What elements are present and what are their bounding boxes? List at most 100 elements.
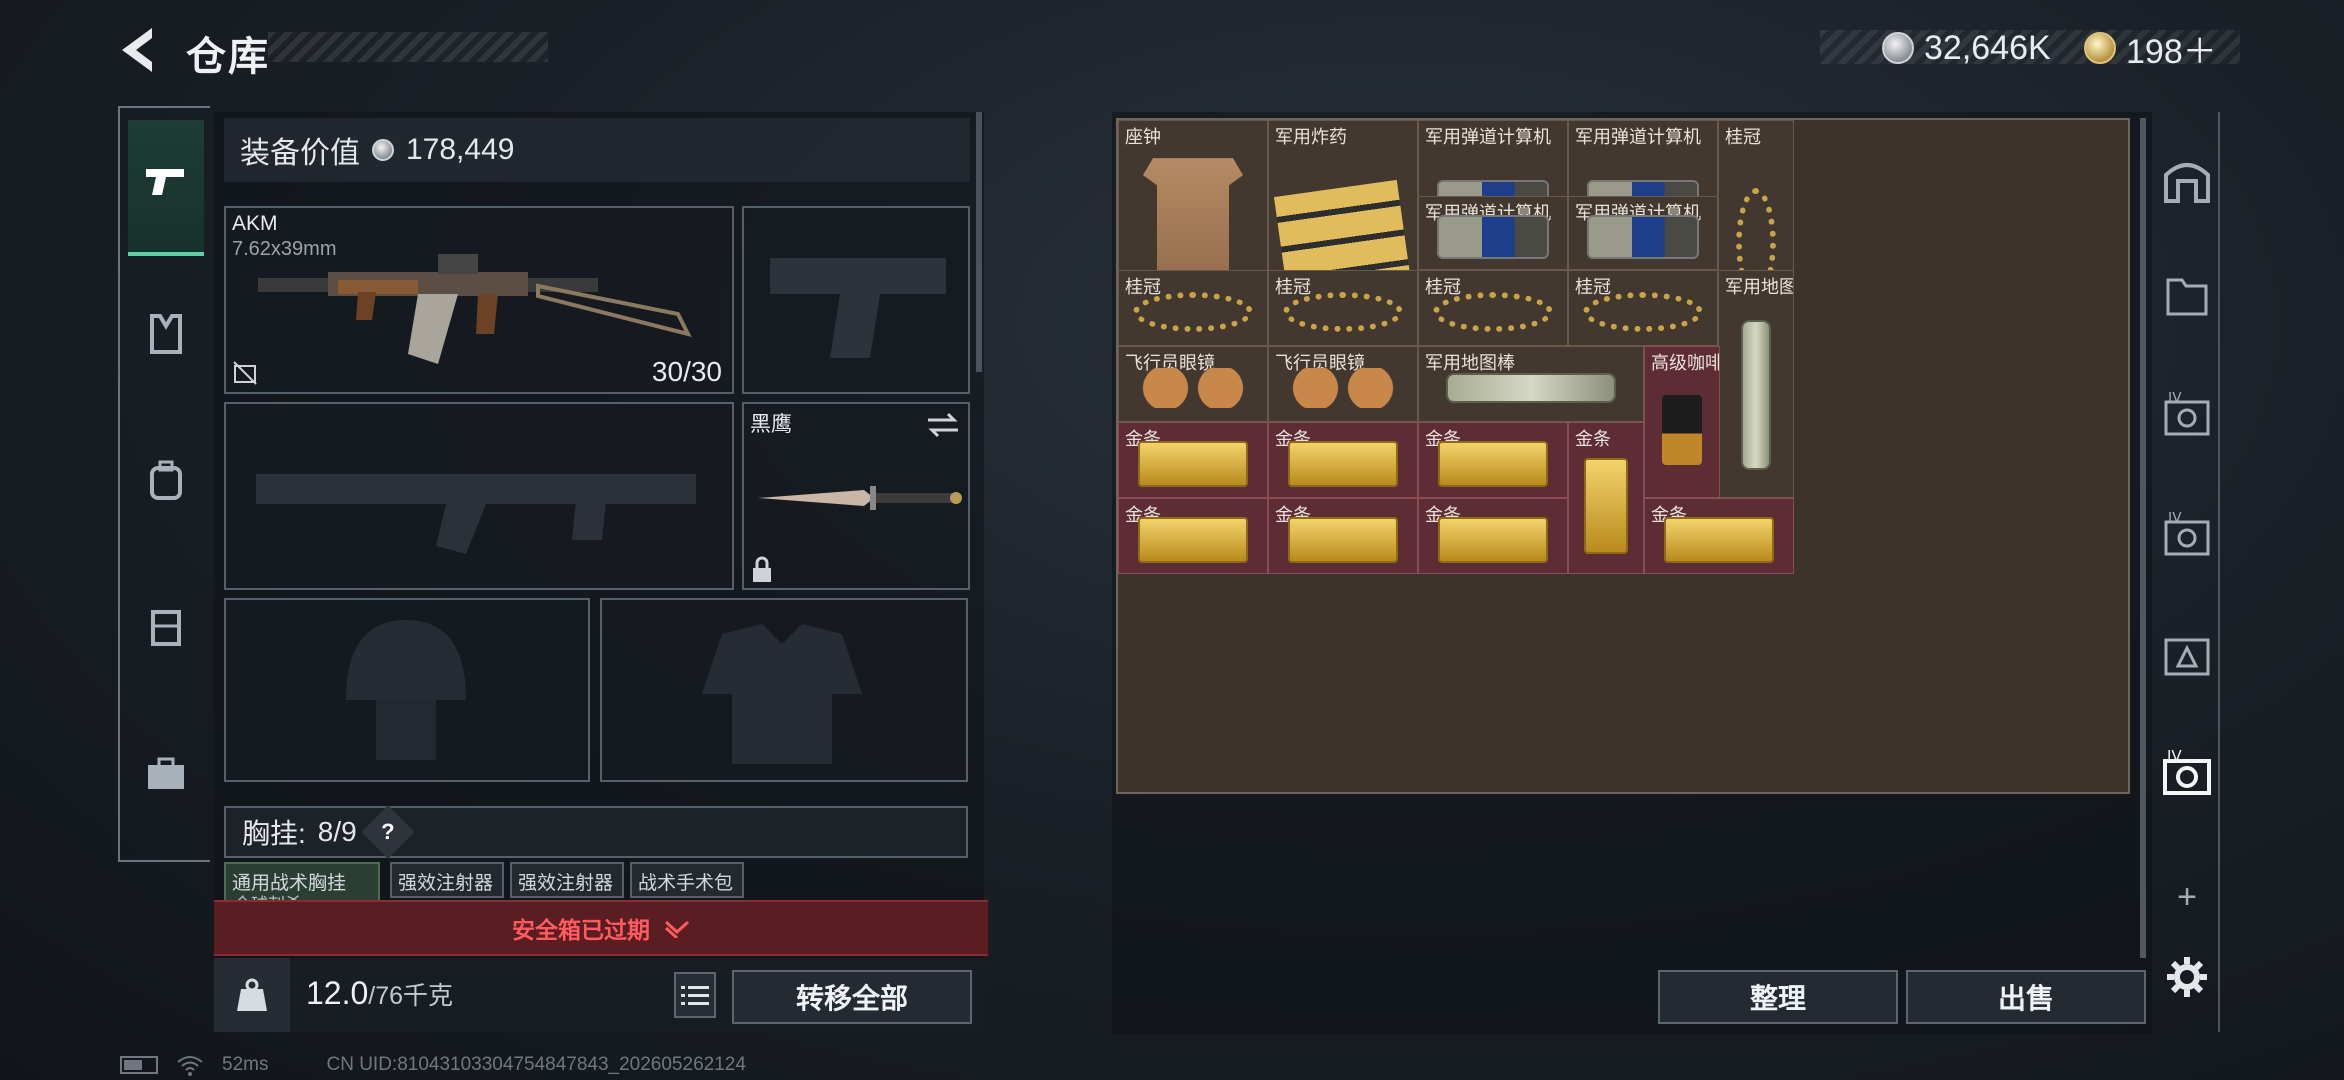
storage-item-gold[interactable]: 金条 — [1644, 498, 1794, 574]
gold-icon — [1288, 440, 1398, 487]
equipment-value-bar: 装备价值 178,449 — [224, 118, 970, 182]
storage-tab-7[interactable]: IV — [2160, 746, 2214, 800]
gold-coin-icon — [2084, 32, 2116, 64]
chest-rig-bar[interactable]: 胸挂: 8/9 ? — [224, 805, 968, 859]
wifi-icon — [177, 1056, 203, 1076]
storage-item-gold[interactable]: 金条 — [1268, 422, 1418, 498]
list-icon — [681, 986, 709, 1005]
storage-item-gold[interactable]: 金条 — [1118, 498, 1268, 574]
computer-icon — [1437, 214, 1549, 259]
folder-tab[interactable] — [2160, 268, 2214, 322]
nav-toolbox-tab[interactable] — [128, 708, 204, 844]
rig-item-label: 战术手术包 — [638, 873, 734, 894]
storage-item-tube-v[interactable]: 军用地图棒 — [1718, 270, 1794, 498]
storage-item-laurel[interactable]: 桂冠 — [1268, 270, 1418, 346]
back-button[interactable] — [112, 22, 162, 78]
storage-item-gold[interactable]: 金条 — [1268, 498, 1418, 574]
rig-item-injector[interactable]: 强效注射器 — [390, 862, 504, 898]
equipment-scrollbar[interactable] — [976, 112, 982, 372]
storage-item-laurel[interactable]: 桂冠 — [1118, 270, 1268, 346]
rig-label: 胸挂: — [242, 818, 306, 849]
storage-item-gold[interactable]: 金条 — [1418, 422, 1568, 498]
rig-item-tactical-rig[interactable]: 通用战术胸挂 全球刺杀 — [224, 862, 380, 902]
gold-icon — [1138, 516, 1248, 563]
knife-icon — [758, 486, 962, 510]
rig-item-injector[interactable]: 强效注射器 — [510, 862, 624, 898]
tab-iv-icon: IV — [2164, 512, 2210, 556]
backpack-icon — [148, 460, 184, 505]
helmet-placeholder-icon — [346, 620, 466, 760]
storage-tab-6[interactable] — [2160, 628, 2214, 682]
settings-gear-icon — [2167, 957, 2207, 997]
silver-amount: 32,646K — [1924, 28, 2051, 67]
storage-item-label: 高级咖啡豆 — [1651, 353, 1719, 373]
computer-icon — [1587, 214, 1699, 259]
storage-item-computer[interactable]: 军用弹道计算机 — [1418, 196, 1568, 270]
sell-button[interactable]: 出售 — [1906, 970, 2146, 1024]
storage-item-label: 桂冠 — [1725, 127, 1761, 147]
helmet-slot[interactable] — [224, 598, 590, 782]
akm-rifle-icon — [258, 254, 692, 364]
storage-item-tube[interactable]: 军用地图棒 — [1418, 346, 1644, 422]
settings-button[interactable] — [2160, 950, 2214, 1004]
transfer-all-button[interactable]: 转移全部 — [732, 970, 972, 1024]
melee-name: 黑鹰 — [750, 413, 792, 436]
storage-scrollbar[interactable] — [2140, 118, 2146, 958]
currency-gold[interactable]: 198＋ — [2084, 26, 2217, 71]
storage-item-gold-v[interactable]: 金条 — [1568, 422, 1644, 574]
swap-arrows-icon[interactable] — [926, 412, 960, 438]
nav-armor-tab[interactable] — [128, 268, 204, 404]
storage-item-laurel[interactable]: 桂冠 — [1568, 270, 1718, 346]
case-icon — [149, 606, 183, 651]
primary-weapon-slot[interactable]: AKM 7.62x39mm 30/30 — [224, 206, 734, 394]
nav-weapons-tab[interactable] — [128, 120, 204, 256]
storage-item-gold[interactable]: 金条 — [1118, 422, 1268, 498]
storage-item-glasses[interactable]: 飞行员眼镜 — [1118, 346, 1268, 422]
armor-placeholder-icon — [702, 624, 862, 764]
storage-item-computer[interactable]: 军用弹道计算机 — [1568, 196, 1718, 270]
pistol-placeholder-icon — [770, 258, 946, 358]
nav-case-tab[interactable] — [128, 560, 204, 696]
glasses-icon — [1288, 367, 1398, 408]
storage-item-laurel[interactable]: 桂冠 — [1418, 270, 1568, 346]
add-tab-button[interactable]: + — [2160, 870, 2214, 924]
melee-slot[interactable]: 黑鹰 — [742, 402, 970, 590]
laurel-icon — [1583, 291, 1703, 332]
gold-icon — [1438, 440, 1548, 487]
pistol-slot[interactable] — [742, 206, 970, 394]
list-view-button[interactable] — [674, 972, 716, 1018]
rig-item-surgery-kit[interactable]: 战术手术包 — [630, 862, 744, 898]
gold-icon — [1288, 516, 1398, 563]
storage-item-label: 军用地图棒 — [1725, 277, 1793, 297]
storage-item-label: 军用弹道计算机 — [1425, 127, 1551, 147]
armor-slot[interactable] — [600, 598, 968, 782]
weight-lock-button[interactable] — [214, 958, 290, 1032]
storage-tab-5[interactable]: IV — [2160, 508, 2214, 562]
safe-box-status: 安全箱已过期 — [512, 917, 650, 943]
secondary-weapon-slot[interactable] — [224, 402, 734, 590]
warehouse-tab[interactable] — [2160, 152, 2214, 206]
storage-item-coffee[interactable]: 高级咖啡豆 — [1644, 346, 1720, 498]
battery-icon — [120, 1056, 158, 1074]
rig-capacity: 8/9 — [317, 816, 357, 847]
ping-value: 52ms — [222, 1054, 269, 1075]
storage-item-gold[interactable]: 金条 — [1418, 498, 1568, 574]
storage-tab-4[interactable]: IV — [2160, 388, 2214, 442]
storage-item-glasses[interactable]: 飞行员眼镜 — [1268, 346, 1418, 422]
tab-iv-icon: IV — [2164, 392, 2210, 436]
tab-alert-icon — [2164, 638, 2210, 676]
safe-box-expired-banner[interactable]: 安全箱已过期 — [214, 900, 988, 956]
storage-item-label: 军用弹道计算机 — [1575, 127, 1701, 147]
rig-help-button[interactable]: ? — [360, 805, 415, 859]
rig-item-label: 强效注射器 — [518, 873, 614, 894]
laurel-icon — [1283, 291, 1403, 332]
nav-backpack-tab[interactable] — [128, 414, 204, 550]
rifle-placeholder-icon — [256, 474, 696, 554]
currency-silver: 32,646K — [1882, 26, 2051, 70]
sort-button[interactable]: 整理 — [1658, 970, 1898, 1024]
gold-icon — [1438, 516, 1548, 563]
page-title: 仓库 — [186, 35, 270, 79]
weight-capacity: /76千克 — [368, 982, 454, 1010]
laurel-icon — [1133, 291, 1253, 332]
lock-icon — [753, 556, 771, 582]
